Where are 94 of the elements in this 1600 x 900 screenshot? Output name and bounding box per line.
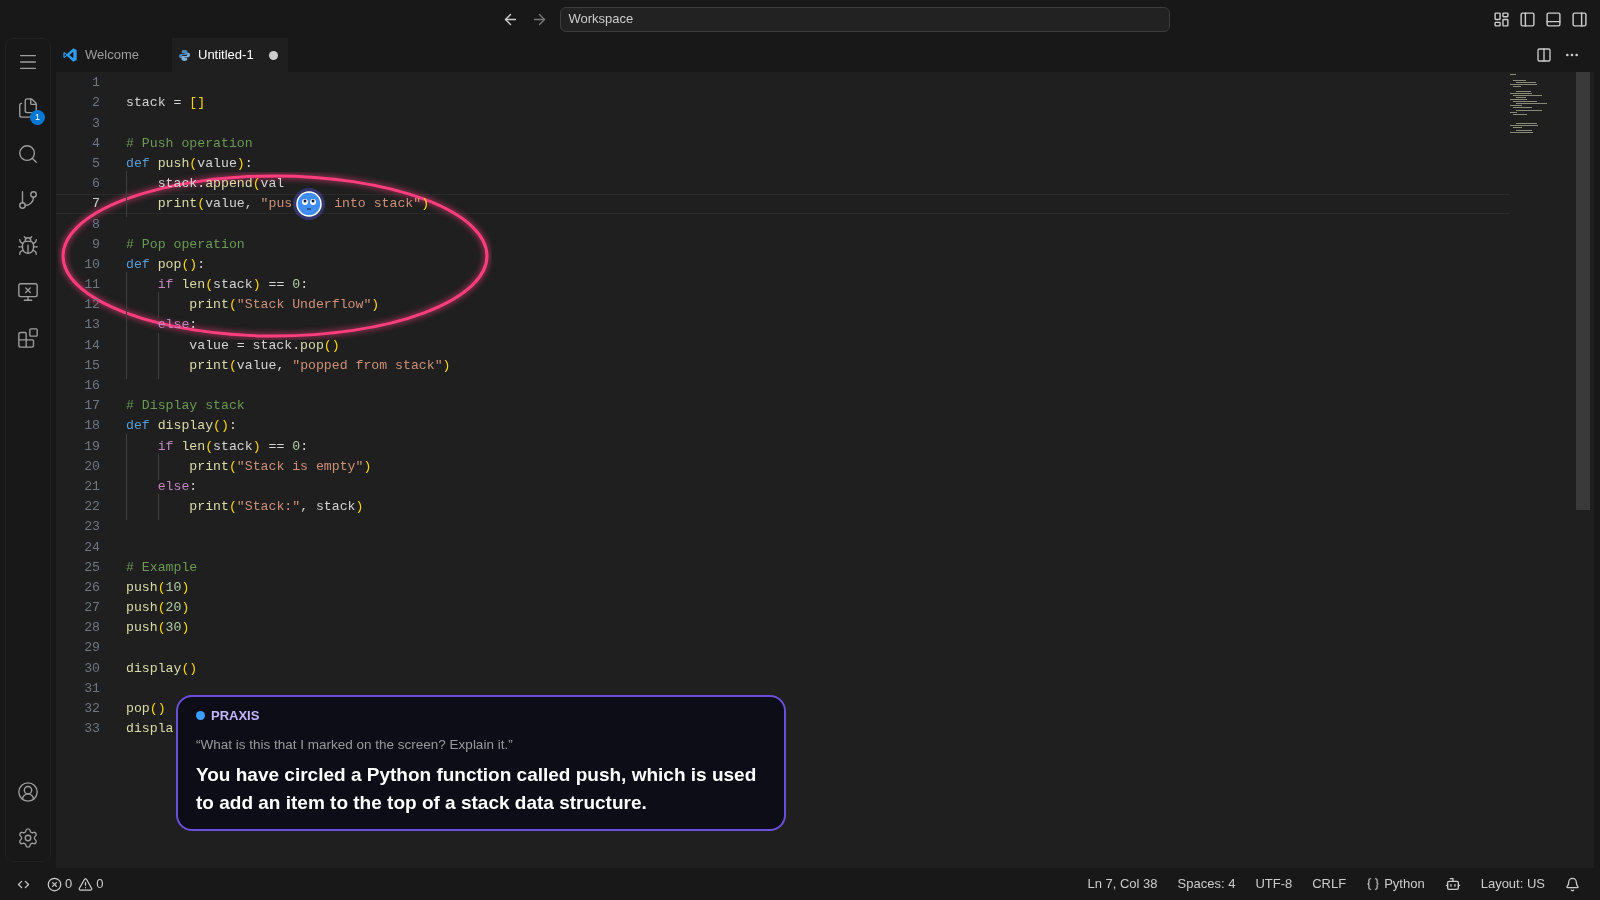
- search-icon[interactable]: [17, 143, 39, 165]
- account-icon[interactable]: [17, 781, 39, 803]
- assistant-name: PRAXIS: [211, 707, 260, 725]
- line-number: 17: [83, 397, 101, 416]
- code-text: def pop():: [126, 255, 206, 274]
- warning-icon: [78, 876, 94, 892]
- code-text: # Display stack: [126, 397, 245, 416]
- code-text: print(value, "pus: [156, 195, 293, 214]
- error-count: 0: [65, 875, 73, 894]
- code-text: displa: [126, 720, 174, 739]
- line-number: 18: [83, 417, 101, 436]
- line-number: 1: [91, 74, 101, 93]
- line-number: 9: [91, 235, 101, 254]
- line-number: 31: [83, 679, 101, 698]
- error-icon: [47, 876, 62, 892]
- toggle-panel-icon[interactable]: [1545, 10, 1562, 28]
- source-control-icon[interactable]: [17, 189, 39, 211]
- line-number: 4: [91, 134, 101, 153]
- command-search-field[interactable]: Workspace: [559, 6, 1170, 32]
- line-number: 11: [83, 276, 101, 295]
- line-number: 16: [83, 377, 101, 395]
- code-text: else:: [156, 477, 198, 496]
- copilot-icon[interactable]: [1444, 876, 1461, 892]
- line-number: 8: [91, 215, 101, 234]
- toggle-secondary-sidebar-icon[interactable]: [1571, 10, 1588, 28]
- code-text: print("Stack is empty"): [188, 457, 372, 476]
- code-text: display(): [126, 659, 198, 678]
- code-text: if len(stack) == 0:: [156, 276, 309, 295]
- status-item[interactable]: CRLF: [1302, 874, 1357, 894]
- code-text: # Push operation: [126, 134, 253, 153]
- braces-icon: [1366, 877, 1381, 891]
- line-number: 29: [83, 639, 101, 658]
- status-item[interactable]: UTF-8: [1245, 874, 1303, 894]
- line-number: 28: [83, 619, 101, 638]
- toggle-sidebar-icon[interactable]: [1519, 10, 1536, 28]
- code-text: print("Stack Underflow"): [188, 296, 380, 315]
- line-number: 32: [83, 700, 101, 718]
- line-number: 24: [83, 538, 101, 557]
- split-editor-icon[interactable]: [1536, 47, 1552, 63]
- code-text: stack = []: [126, 94, 206, 113]
- layout-icon[interactable]: [1493, 10, 1510, 28]
- line-number: 26: [83, 578, 101, 597]
- warning-count: 0: [96, 875, 104, 894]
- explorer-icon[interactable]: [17, 97, 39, 119]
- code-text: print(value, "popped from stack"): [188, 356, 451, 375]
- line-number: 3: [91, 114, 101, 133]
- line-number: 23: [83, 518, 101, 537]
- status-item[interactable]: Ln 7, Col 38: [1077, 874, 1168, 894]
- line-number: 7: [91, 195, 101, 214]
- line-number: 27: [83, 599, 101, 618]
- code-text: print("Stack:", stack): [188, 498, 364, 517]
- notifications-icon[interactable]: [1565, 876, 1580, 892]
- mascot-icon: [292, 187, 327, 222]
- code-text: into stack"): [333, 195, 430, 214]
- line-number: 2: [91, 94, 101, 113]
- python-file-icon: [178, 48, 191, 62]
- code-text: # Example: [126, 558, 198, 577]
- code-text: pop(): [126, 700, 166, 718]
- status-item[interactable]: Spaces: 4: [1167, 874, 1246, 894]
- code-text: def display():: [126, 417, 237, 436]
- line-number: 22: [83, 498, 101, 517]
- line-number: 20: [83, 457, 101, 476]
- line-number: 12: [83, 296, 101, 315]
- minimap-drawing: [1510, 74, 1550, 134]
- code-text: push(10): [126, 578, 190, 597]
- scrollbar[interactable]: [1576, 72, 1590, 510]
- line-number: 19: [83, 437, 101, 456]
- editor-tab[interactable]: Untitled-1: [172, 38, 288, 72]
- user-question: “What is this that I marked on the screen? Explain it.”: [196, 735, 514, 754]
- line-number: 13: [83, 316, 101, 335]
- status-item[interactable]: Layout: US: [1470, 874, 1555, 894]
- code-text: # Pop operation: [126, 235, 245, 254]
- line-number: 6: [91, 175, 101, 194]
- code-text: push(30): [126, 619, 190, 638]
- line-number: 15: [83, 356, 101, 375]
- code-logo-icon: [62, 47, 78, 63]
- code-text: value = stack.pop(): [188, 336, 340, 355]
- run-debug-icon[interactable]: [17, 235, 39, 257]
- line-number: 5: [91, 154, 101, 173]
- count-badge: 1: [30, 110, 45, 125]
- code-text: if len(stack) == 0:: [156, 437, 309, 456]
- assistant-answer: You have circled a Python function called push, which is used to add an item to the top of a stack data structure.: [196, 762, 758, 815]
- line-number: 30: [83, 659, 101, 678]
- line-number: 33: [83, 720, 101, 739]
- code-text: def push(value):: [126, 154, 253, 173]
- extensions-icon[interactable]: [17, 327, 39, 349]
- code-text: push(20): [126, 599, 190, 618]
- settings-icon[interactable]: [17, 827, 39, 849]
- remote-icon[interactable]: [17, 281, 39, 303]
- line-number: 10: [83, 255, 101, 274]
- language-mode[interactable]: Python: [1356, 874, 1435, 894]
- line-number: 14: [83, 336, 101, 355]
- line-number: 21: [83, 477, 101, 496]
- line-number: 25: [83, 558, 101, 577]
